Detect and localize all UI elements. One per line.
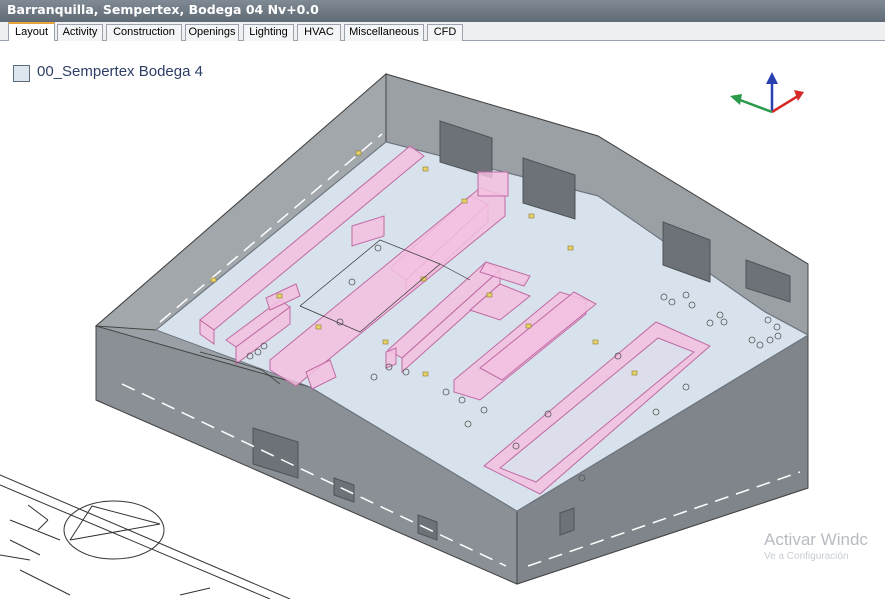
site-plan [0,474,291,599]
tab-lighting[interactable]: Lighting [243,24,294,41]
x-axis-arrow-icon [771,94,799,114]
layer-label: 00_Sempertex Bodega 4 [37,63,203,80]
window-title: Barranquilla, Sempertex, Bodega 04 Nv+0.… [0,0,885,22]
layer-color-swatch[interactable] [13,65,30,82]
tab-hvac[interactable]: HVAC [297,24,341,41]
tab-activity[interactable]: Activity [57,24,103,41]
activation-watermark-subtext: Ve a Configuración [764,551,849,562]
building-model[interactable] [0,41,885,599]
y-axis-arrow-icon [739,98,773,114]
3d-viewport[interactable]: 00_Sempertex Bodega 4 Activar Windc Ve a… [0,41,885,599]
axis-gizmo [730,72,804,114]
tab-construction[interactable]: Construction [106,24,182,41]
tab-openings[interactable]: Openings [185,24,239,41]
tab-cfd[interactable]: CFD [427,24,463,41]
tab-bar: Layout Activity Construction Openings Li… [0,22,885,41]
tab-layout[interactable]: Layout [8,22,55,41]
tab-miscellaneous[interactable]: Miscellaneous [344,24,424,41]
activation-watermark: Activar Windc [764,530,868,549]
